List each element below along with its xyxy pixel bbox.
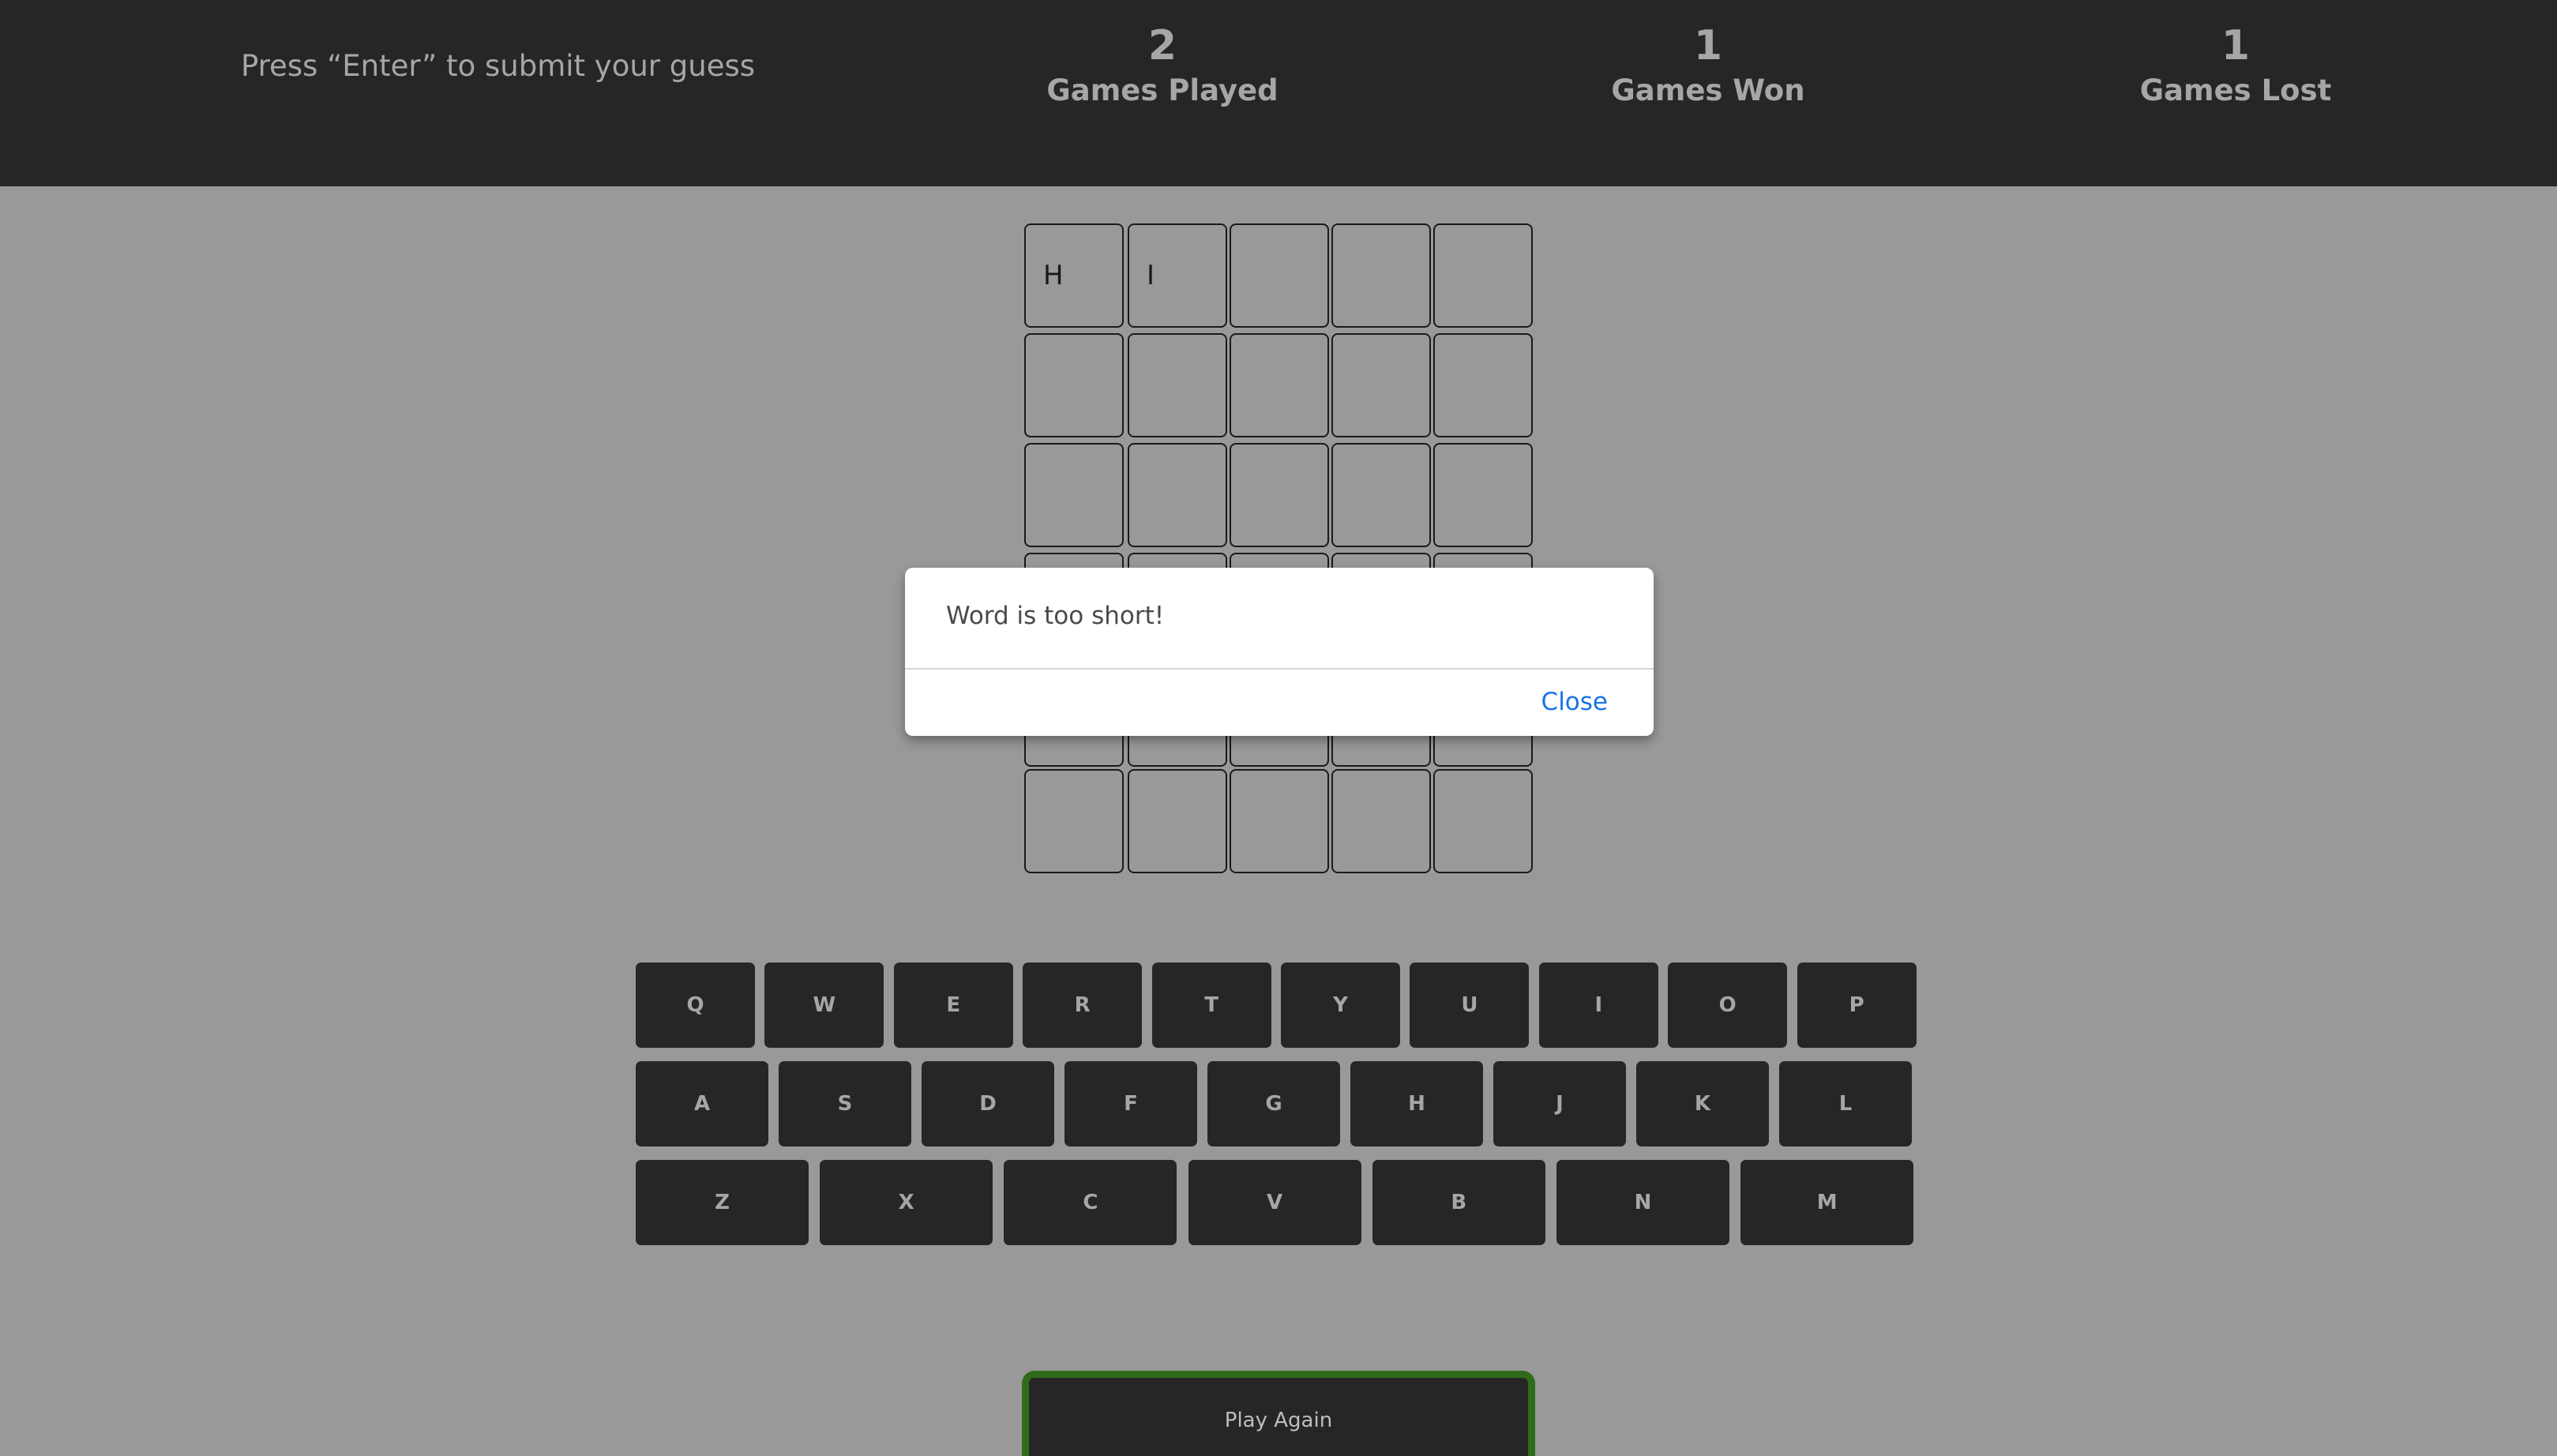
key-t[interactable]: T: [1151, 963, 1271, 1048]
key-n[interactable]: N: [1556, 1160, 1729, 1245]
key-x[interactable]: X: [820, 1160, 993, 1245]
key-o[interactable]: O: [1668, 963, 1788, 1048]
dialog-divider: [905, 668, 1654, 670]
board-tile: [1128, 333, 1227, 437]
board-tile: [1433, 333, 1533, 437]
key-r[interactable]: R: [1023, 963, 1143, 1048]
stat-games-won: 1 Games Won: [1611, 21, 1804, 111]
key-g[interactable]: G: [1207, 1061, 1340, 1146]
board-tile: [1433, 223, 1533, 328]
key-j[interactable]: J: [1493, 1061, 1626, 1146]
board-tile: [1331, 223, 1431, 328]
board-tile: [1331, 333, 1431, 437]
key-m[interactable]: M: [1740, 1160, 1914, 1245]
board-tile: [1230, 333, 1329, 437]
stat-games-lost: 1 Games Lost: [2140, 21, 2332, 111]
board-tile: [1331, 443, 1431, 547]
board-tile: [1024, 333, 1124, 437]
key-k[interactable]: K: [1636, 1061, 1769, 1146]
key-d[interactable]: D: [922, 1061, 1054, 1146]
play-again-button[interactable]: Play Again: [1022, 1371, 1535, 1456]
key-w[interactable]: W: [764, 963, 884, 1048]
board-tile: [1331, 769, 1431, 873]
key-f[interactable]: F: [1064, 1061, 1197, 1146]
board-tile: H: [1024, 223, 1124, 328]
stat-value: 2: [1147, 22, 1177, 69]
board-tile: [1128, 443, 1227, 547]
stat-value: 1: [2221, 22, 2251, 69]
key-i[interactable]: I: [1538, 963, 1658, 1048]
board-tile: [1230, 223, 1329, 328]
board-tile: [1230, 769, 1329, 873]
board-tile: [1024, 769, 1124, 873]
close-button[interactable]: Close: [1541, 688, 1608, 716]
key-h[interactable]: H: [1350, 1061, 1483, 1146]
stat-value: 1: [1693, 22, 1723, 69]
alert-dialog: Word is too short! Close: [905, 568, 1654, 736]
key-s[interactable]: S: [779, 1061, 911, 1146]
key-u[interactable]: U: [1410, 963, 1530, 1048]
key-q[interactable]: Q: [636, 963, 755, 1048]
board-tile: [1433, 443, 1533, 547]
key-l[interactable]: L: [1779, 1061, 1912, 1146]
key-p[interactable]: P: [1797, 963, 1917, 1048]
stat-label: Games Played: [1046, 73, 1278, 107]
submit-hint: Press “Enter” to submit your guess: [241, 49, 756, 83]
stat-label: Games Won: [1611, 73, 1805, 107]
key-b[interactable]: B: [1372, 1160, 1545, 1245]
guess-board: HI: [1024, 223, 1534, 873]
stat-games-played: 2 Games Played: [1046, 21, 1278, 111]
key-c[interactable]: C: [1004, 1160, 1177, 1245]
board-tile: [1128, 769, 1227, 873]
dialog-message: Word is too short!: [946, 602, 1165, 630]
key-v[interactable]: V: [1188, 1160, 1361, 1245]
board-tile: [1433, 769, 1533, 873]
key-y[interactable]: Y: [1281, 963, 1400, 1048]
key-a[interactable]: A: [636, 1061, 768, 1146]
board-tile: [1024, 443, 1124, 547]
board-tile: I: [1128, 223, 1227, 328]
key-e[interactable]: E: [893, 963, 1013, 1048]
key-z[interactable]: Z: [636, 1160, 809, 1245]
board-tile: [1230, 443, 1329, 547]
stats-header: Press “Enter” to submit your guess 2 Gam…: [0, 0, 2557, 186]
stat-label: Games Lost: [2139, 73, 2332, 107]
